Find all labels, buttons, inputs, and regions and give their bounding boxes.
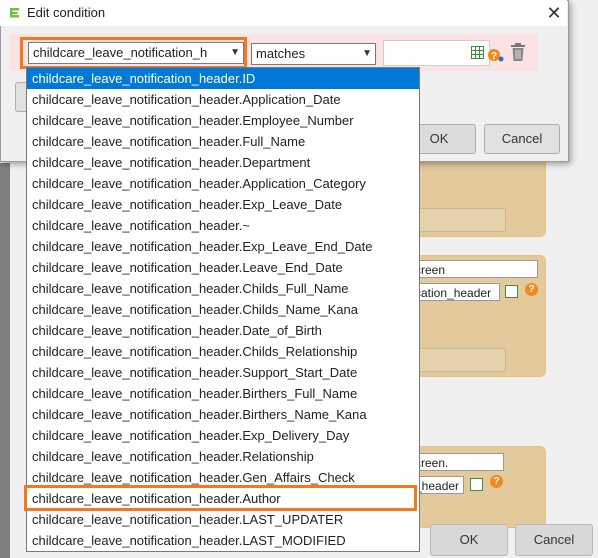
dropdown-option[interactable]: childcare_leave_notification_header.Exp_… [27,194,419,215]
dropdown-option[interactable]: childcare_leave_notification_header.Birt… [27,383,419,404]
dropdown-option[interactable]: childcare_leave_notification_header.Birt… [27,404,419,425]
operator-select[interactable]: matches ▼ [251,43,376,65]
help-icon[interactable]: ? [525,283,538,296]
background-cancel-button[interactable]: Cancel [515,524,593,556]
operator-select-value: matches [256,46,306,61]
help-icon[interactable]: ? [490,475,503,488]
dropdown-option[interactable]: childcare_leave_notification_header.~ [27,215,419,236]
app-logo-icon [8,6,21,19]
dialog-title: Edit condition [27,5,106,20]
dropdown-option[interactable]: childcare_leave_notification_header.Rela… [27,446,419,467]
dropdown-arrow-icon: ▼ [362,48,372,59]
trash-icon[interactable] [509,42,527,62]
dropdown-option[interactable]: childcare_leave_notification_header.Date… [27,320,419,341]
edit-icon[interactable] [505,285,518,298]
dropdown-option[interactable]: childcare_leave_notification_header.LAST… [27,530,419,551]
background-field [412,348,506,372]
background-left-strip [0,163,10,558]
dropdown-option[interactable]: childcare_leave_notification_header.Supp… [27,362,419,383]
dropdown-option[interactable]: childcare_leave_notification_header.Depa… [27,152,419,173]
dropdown-option[interactable]: childcare_leave_notification_header.Appl… [27,89,419,110]
dropdown-option[interactable]: childcare_leave_notification_header.Empl… [27,110,419,131]
dropdown-option[interactable]: childcare_leave_notification_header.Appl… [27,173,419,194]
dropdown-option[interactable]: childcare_leave_notification_header.Chil… [27,341,419,362]
dropdown-option[interactable]: childcare_leave_notification_header.Leav… [27,257,419,278]
dropdown-arrow-icon: ▼ [230,47,240,58]
background-input[interactable]: creen [412,260,538,278]
background-input[interactable]: cation_header [412,283,500,301]
dropdown-option[interactable]: childcare_leave_notification_header.Exp_… [27,236,419,257]
help-icon[interactable]: ? [488,48,504,62]
background-ok-button[interactable]: OK [430,524,508,556]
field-dropdown-list[interactable]: childcare_leave_notification_header.ID ch… [26,67,420,552]
dropdown-option[interactable]: childcare_leave_notification_header.Exp_… [27,425,419,446]
dropdown-option[interactable]: childcare_leave_notification_header.ID [27,68,419,89]
field-select-value: childcare_leave_notification_h [33,45,208,60]
table-picker-icon[interactable] [471,46,484,59]
dropdown-option[interactable]: childcare_leave_notification_header.Chil… [27,299,419,320]
dropdown-option[interactable]: childcare_leave_notification_header.Chil… [27,278,419,299]
cancel-button[interactable]: Cancel [484,124,560,154]
svg-text:?: ? [491,51,497,62]
field-select[interactable]: childcare_leave_notification_h ▼ [28,42,244,64]
edit-icon[interactable] [470,478,483,491]
author-option-highlight [24,485,417,511]
close-icon[interactable]: ✕ [543,2,565,24]
dropdown-option[interactable]: childcare_leave_notification_header.LAST… [27,509,419,530]
background-input[interactable]: creen. [412,453,504,471]
background-field [412,208,506,232]
dropdown-option[interactable]: childcare_leave_notification_header.Full… [27,131,419,152]
